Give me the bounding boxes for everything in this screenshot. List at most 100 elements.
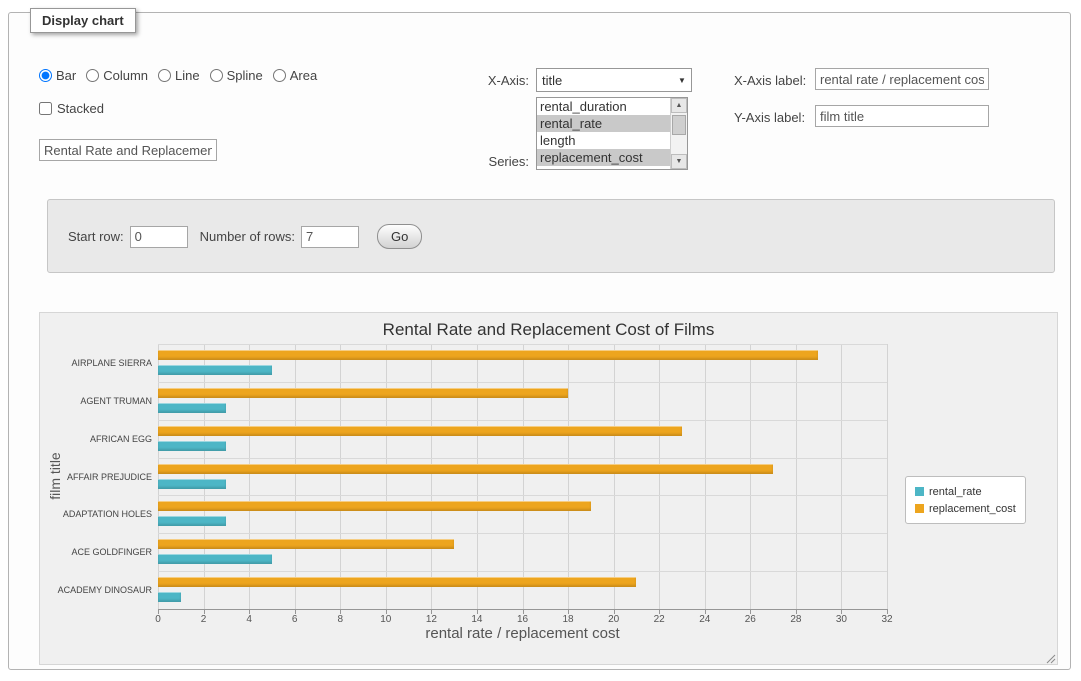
number-of-rows-input[interactable] <box>301 226 359 248</box>
chart-title-input[interactable] <box>39 139 217 161</box>
gridline <box>158 420 887 421</box>
bar-rental_rate <box>158 554 272 564</box>
stacked-checkbox[interactable] <box>39 102 52 115</box>
series-label: Series: <box>449 154 529 169</box>
gridline <box>158 458 887 459</box>
stacked-option[interactable]: Stacked <box>39 101 104 116</box>
series-listbox-scrollbar[interactable]: ▲ ▼ <box>670 98 687 169</box>
category-label: ACADEMY DINOSAUR <box>42 584 152 596</box>
dropdown-arrow-icon[interactable]: ▼ <box>673 76 691 85</box>
chart-type-radio-spline[interactable] <box>210 69 223 82</box>
chart-type-radio-line[interactable] <box>158 69 171 82</box>
chart-type-options: Bar Column Line Spline Area <box>39 68 327 83</box>
x-tick-label: 32 <box>872 614 902 625</box>
x-tick-label: 30 <box>826 614 856 625</box>
chart-type-option-column[interactable]: Column <box>86 68 148 83</box>
bar-replacement_cost <box>158 577 636 587</box>
x-tick-label: 26 <box>735 614 765 625</box>
category-label: AIRPLANE SIERRA <box>42 357 152 369</box>
scroll-down-icon[interactable]: ▼ <box>671 154 687 169</box>
category-label: AFRICAN EGG <box>42 433 152 445</box>
x-axis-select[interactable]: title ▼ <box>536 68 692 92</box>
x-tick-label: 20 <box>599 614 629 625</box>
category-label: ACE GOLDFINGER <box>42 546 152 558</box>
start-row-input[interactable] <box>130 226 188 248</box>
bar-rental_rate <box>158 403 226 413</box>
x-tick-label: 12 <box>416 614 446 625</box>
bar-replacement_cost <box>158 350 818 360</box>
gridline <box>158 344 159 609</box>
stacked-label: Stacked <box>57 101 104 116</box>
legend-item-replacement_cost[interactable]: replacement_cost <box>915 500 1016 517</box>
chart-type-option-line[interactable]: Line <box>158 68 200 83</box>
series-option-rental_rate[interactable]: rental_rate <box>537 115 670 132</box>
scrollbar-track[interactable] <box>671 113 687 154</box>
bar-replacement_cost <box>158 426 682 436</box>
chart-type-option-area[interactable]: Area <box>273 68 317 83</box>
gridline <box>431 344 432 609</box>
chart-type-option-bar[interactable]: Bar <box>39 68 76 83</box>
chart-type-radio-bar[interactable] <box>39 69 52 82</box>
gridline <box>340 344 341 609</box>
gridline <box>158 344 887 345</box>
x-tick-label: 0 <box>143 614 173 625</box>
legend-item-rental_rate[interactable]: rental_rate <box>915 483 1016 500</box>
bar-rental_rate <box>158 479 226 489</box>
go-button[interactable]: Go <box>377 224 422 249</box>
gridline <box>705 344 706 609</box>
gridline <box>295 344 296 609</box>
y-axis-label-input[interactable] <box>815 105 989 127</box>
gridline <box>204 344 205 609</box>
series-option-length[interactable]: length <box>537 132 670 149</box>
x-axis-label-input[interactable] <box>815 68 989 90</box>
gridline <box>841 344 842 609</box>
x-tick-label: 22 <box>644 614 674 625</box>
chart-title: Rental Rate and Replacement Cost of Film… <box>40 320 1057 340</box>
bar-replacement_cost <box>158 501 591 511</box>
x-tick-label: 2 <box>189 614 219 625</box>
scrollbar-thumb[interactable] <box>672 115 686 135</box>
series-option-rental_duration[interactable]: rental_duration <box>537 98 670 115</box>
x-tick-label: 18 <box>553 614 583 625</box>
chart-legend: rental_rate replacement_cost <box>905 476 1026 524</box>
gridline <box>158 533 887 534</box>
bar-rental_rate <box>158 592 181 602</box>
start-row-label: Start row: <box>68 229 124 244</box>
category-label: AFFAIR PREJUDICE <box>42 471 152 483</box>
scroll-up-icon[interactable]: ▲ <box>671 98 687 113</box>
gridline <box>614 344 615 609</box>
series-listbox-items: rental_durationrental_ratelengthreplacem… <box>537 98 670 169</box>
x-tick-label: 6 <box>280 614 310 625</box>
x-tick-label: 8 <box>325 614 355 625</box>
gridline <box>796 344 797 609</box>
bar-replacement_cost <box>158 464 773 474</box>
row-range-panel: Start row: Number of rows: Go <box>47 199 1055 273</box>
legend-swatch-icon <box>915 487 924 496</box>
x-tick-label: 14 <box>462 614 492 625</box>
plot-area <box>158 344 887 609</box>
series-listbox[interactable]: rental_durationrental_ratelengthreplacem… <box>536 97 688 170</box>
x-axis-select-label: X-Axis: <box>429 73 529 88</box>
x-axis-title: rental rate / replacement cost <box>158 625 887 642</box>
gridline <box>249 344 250 609</box>
resize-handle-icon[interactable] <box>1044 651 1056 663</box>
legend-swatch-icon <box>915 504 924 513</box>
chart-type-label-bar: Bar <box>56 68 76 83</box>
legend-label: rental_rate <box>929 486 982 498</box>
x-tick-label: 16 <box>508 614 538 625</box>
chart-type-radio-area[interactable] <box>273 69 286 82</box>
y-axis-label-label: Y-Axis label: <box>734 110 805 125</box>
x-tick-label: 10 <box>371 614 401 625</box>
category-label: ADAPTATION HOLES <box>42 508 152 520</box>
legend-label: replacement_cost <box>929 503 1016 515</box>
bar-rental_rate <box>158 365 272 375</box>
chart-type-option-spline[interactable]: Spline <box>210 68 263 83</box>
x-tick-label: 4 <box>234 614 264 625</box>
row-range-controls: Start row: Number of rows: Go <box>68 224 422 249</box>
gridline <box>158 495 887 496</box>
chart-type-label-spline: Spline <box>227 68 263 83</box>
series-option-replacement_cost[interactable]: replacement_cost <box>537 149 670 166</box>
chart-type-label-line: Line <box>175 68 200 83</box>
x-tick-label: 24 <box>690 614 720 625</box>
chart-type-radio-column[interactable] <box>86 69 99 82</box>
